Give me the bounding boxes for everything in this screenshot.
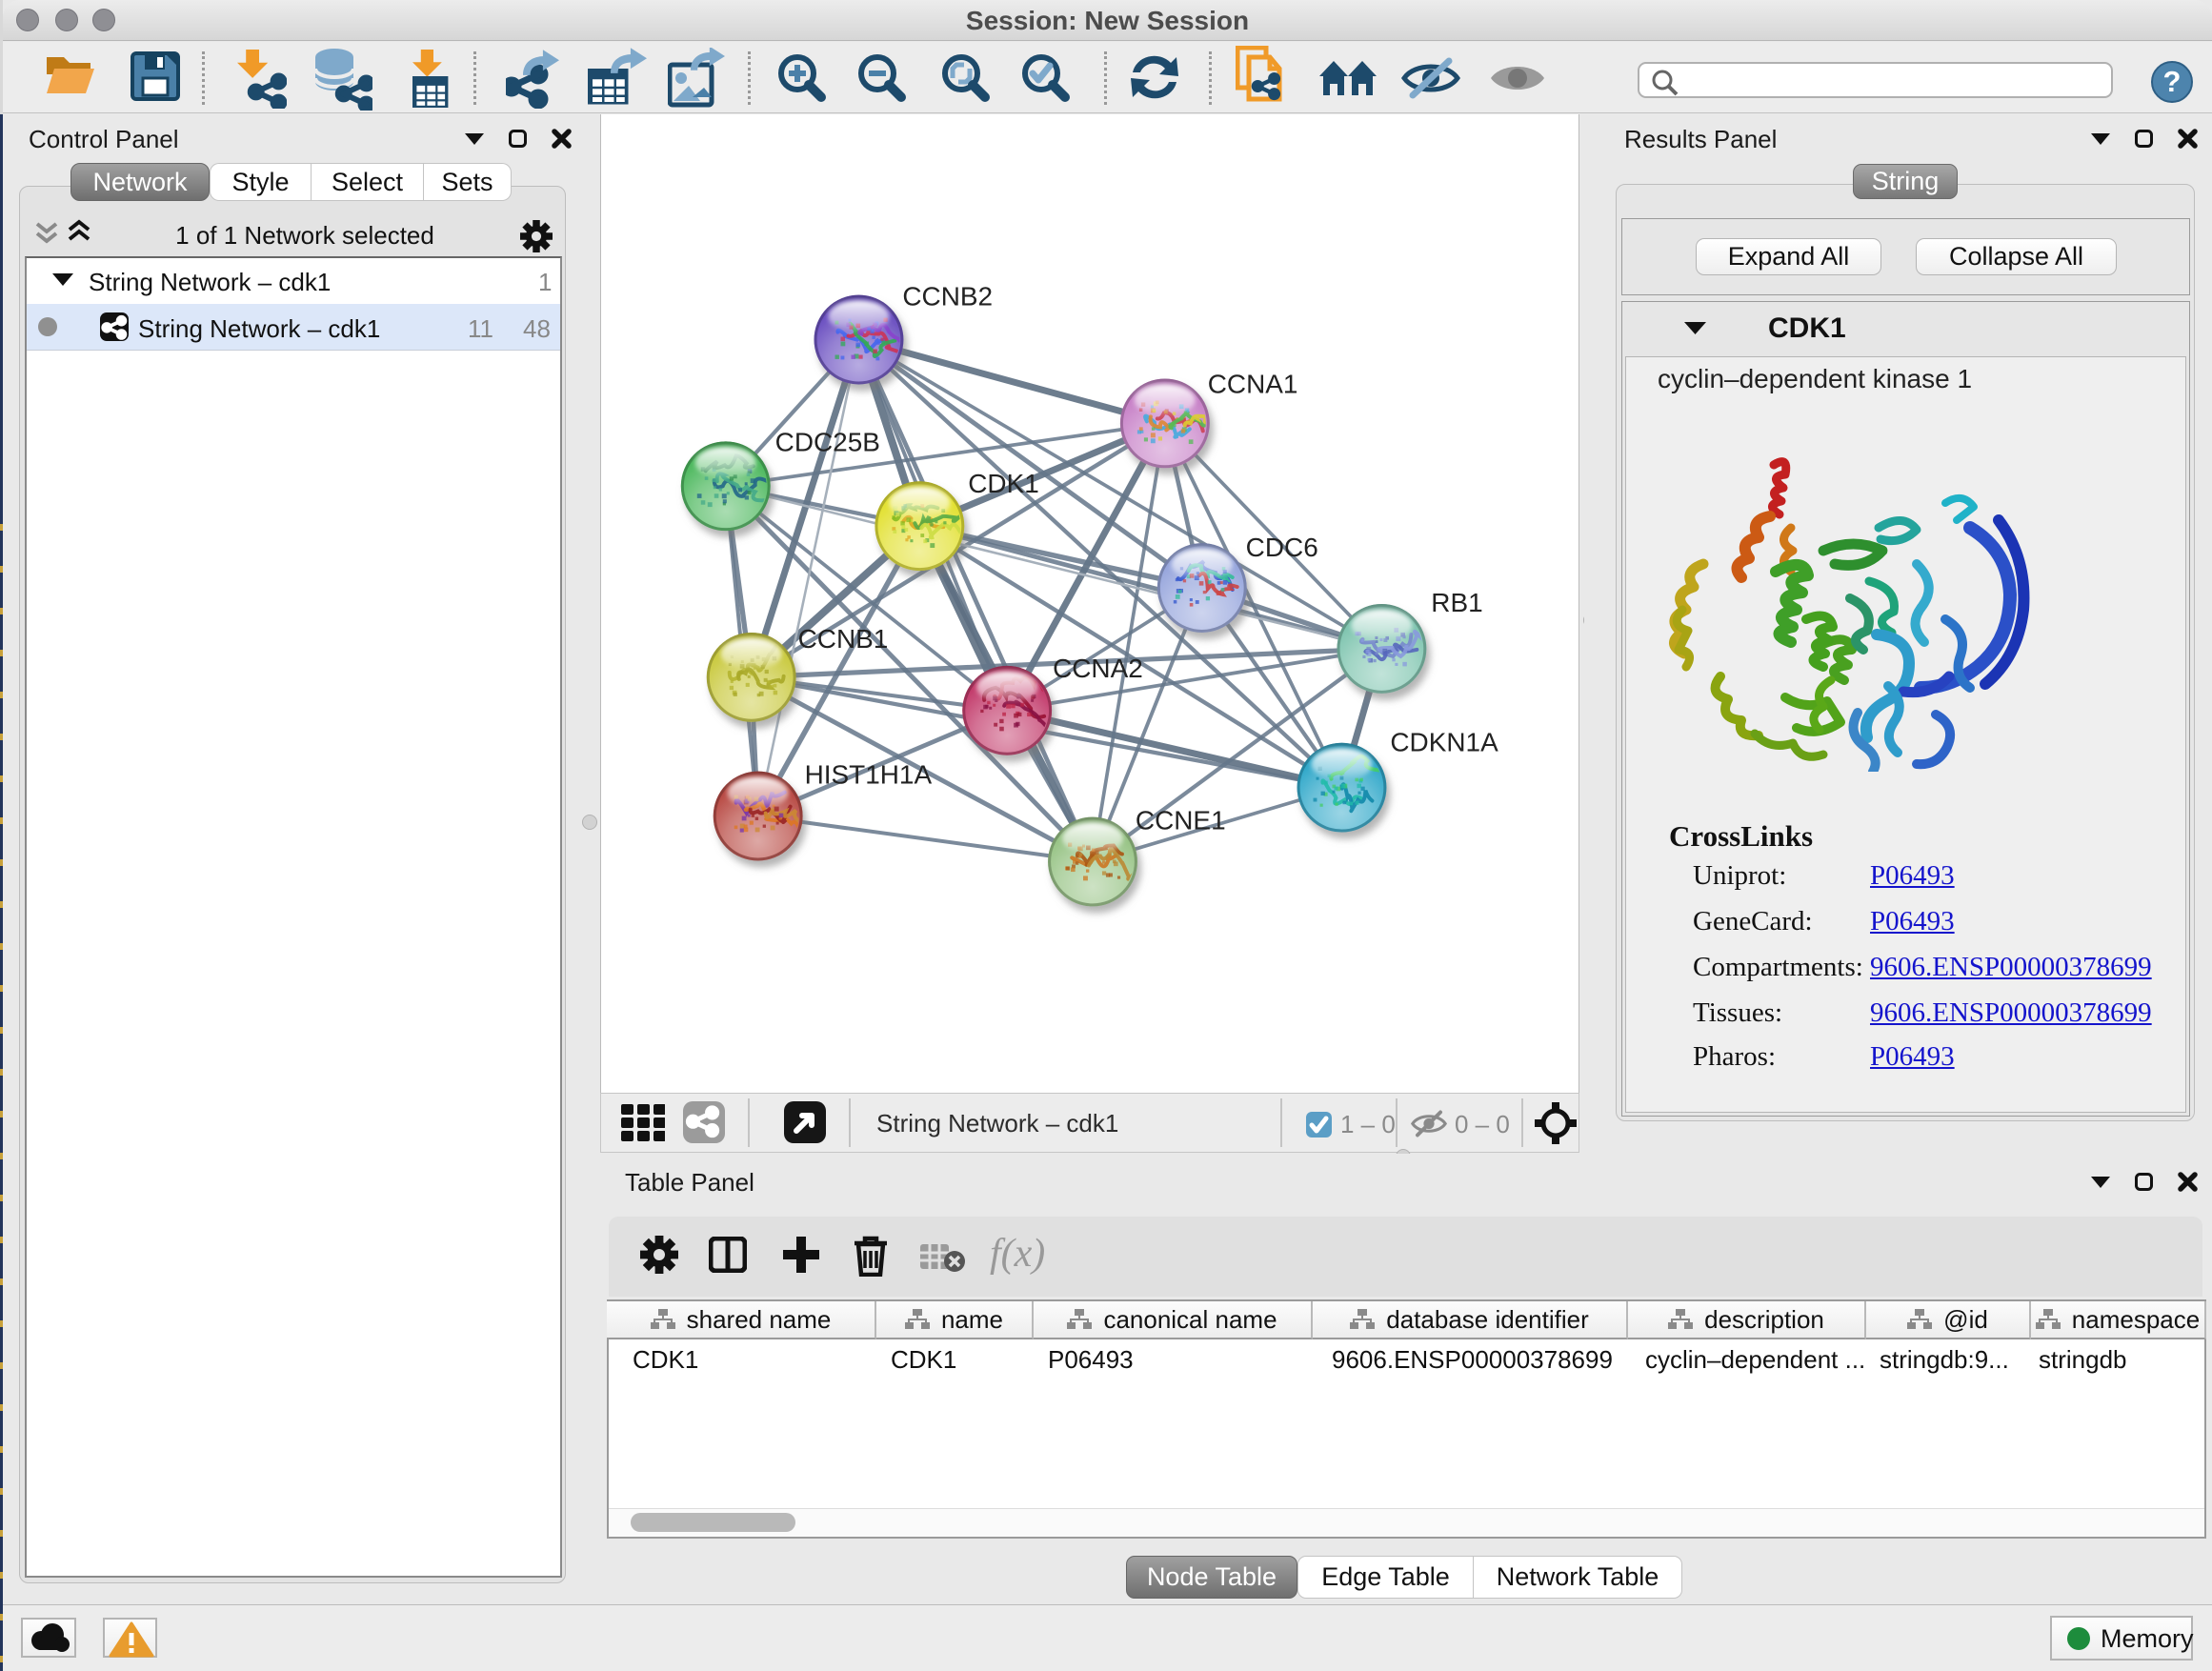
svg-text:CCNB2: CCNB2: [902, 282, 993, 312]
svg-text:CCNA1: CCNA1: [1208, 369, 1298, 398]
svg-text:RB1: RB1: [1431, 588, 1482, 617]
svg-text:CDC25B: CDC25B: [775, 427, 880, 456]
svg-text:HIST1H1A: HIST1H1A: [805, 760, 933, 790]
svg-text:CDC6: CDC6: [1246, 533, 1318, 562]
svg-text:CCNA2: CCNA2: [1053, 654, 1143, 683]
svg-text:CCNE1: CCNE1: [1136, 806, 1226, 836]
svg-text:CCNB1: CCNB1: [798, 624, 889, 654]
svg-text:CDKN1A: CDKN1A: [1390, 728, 1498, 757]
svg-text:CDK1: CDK1: [968, 469, 1039, 498]
